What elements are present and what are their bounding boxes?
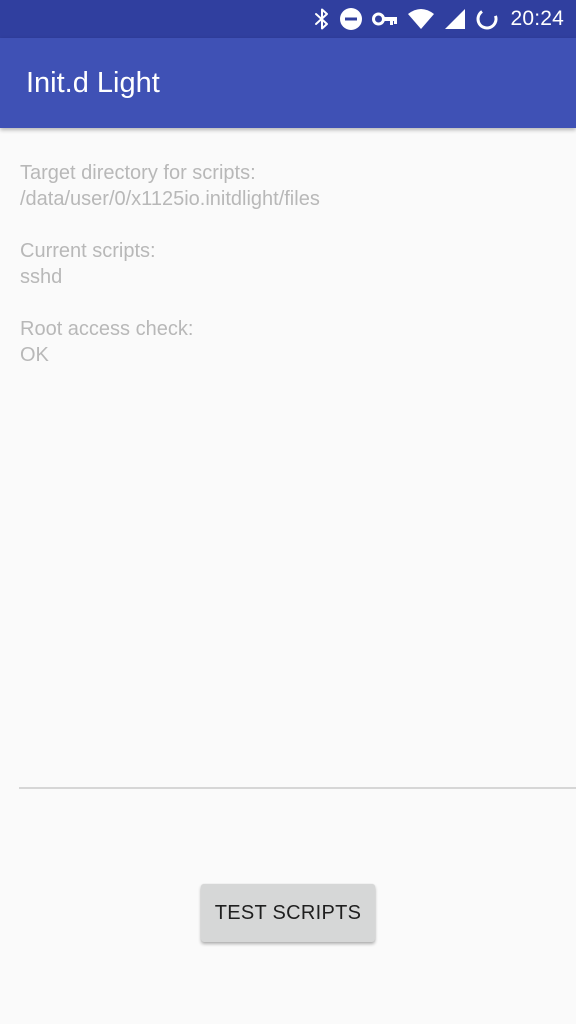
status-bar: 20:24 — [0, 0, 576, 38]
do-not-disturb-icon — [339, 7, 363, 31]
root-access-value: OK — [20, 344, 49, 366]
target-directory-value: /data/user/0/x1125io.initdlight/files — [20, 188, 320, 210]
divider — [19, 787, 576, 789]
status-time: 20:24 — [510, 7, 564, 30]
bluetooth-icon — [314, 7, 330, 31]
target-directory-block: Target directory for scripts: /data/user… — [20, 160, 560, 212]
cellular-signal-icon — [444, 8, 466, 30]
target-directory-label: Target directory for scripts: — [20, 162, 256, 184]
wifi-icon — [407, 8, 435, 30]
current-scripts-block: Current scripts: sshd — [20, 238, 560, 290]
test-scripts-button[interactable]: TEST SCRIPTS — [201, 884, 375, 942]
status-icons: 20:24 — [314, 0, 564, 38]
root-access-label: Root access check: — [20, 318, 194, 340]
vpn-key-icon — [372, 11, 398, 27]
battery-icon — [475, 7, 499, 31]
current-scripts-label: Current scripts: — [20, 240, 156, 262]
info-content: Target directory for scripts: /data/user… — [20, 160, 560, 394]
root-access-block: Root access check: OK — [20, 316, 560, 368]
current-scripts-value: sshd — [20, 266, 63, 288]
app-title: Init.d Light — [26, 67, 160, 99]
app-bar: Init.d Light — [0, 38, 576, 128]
